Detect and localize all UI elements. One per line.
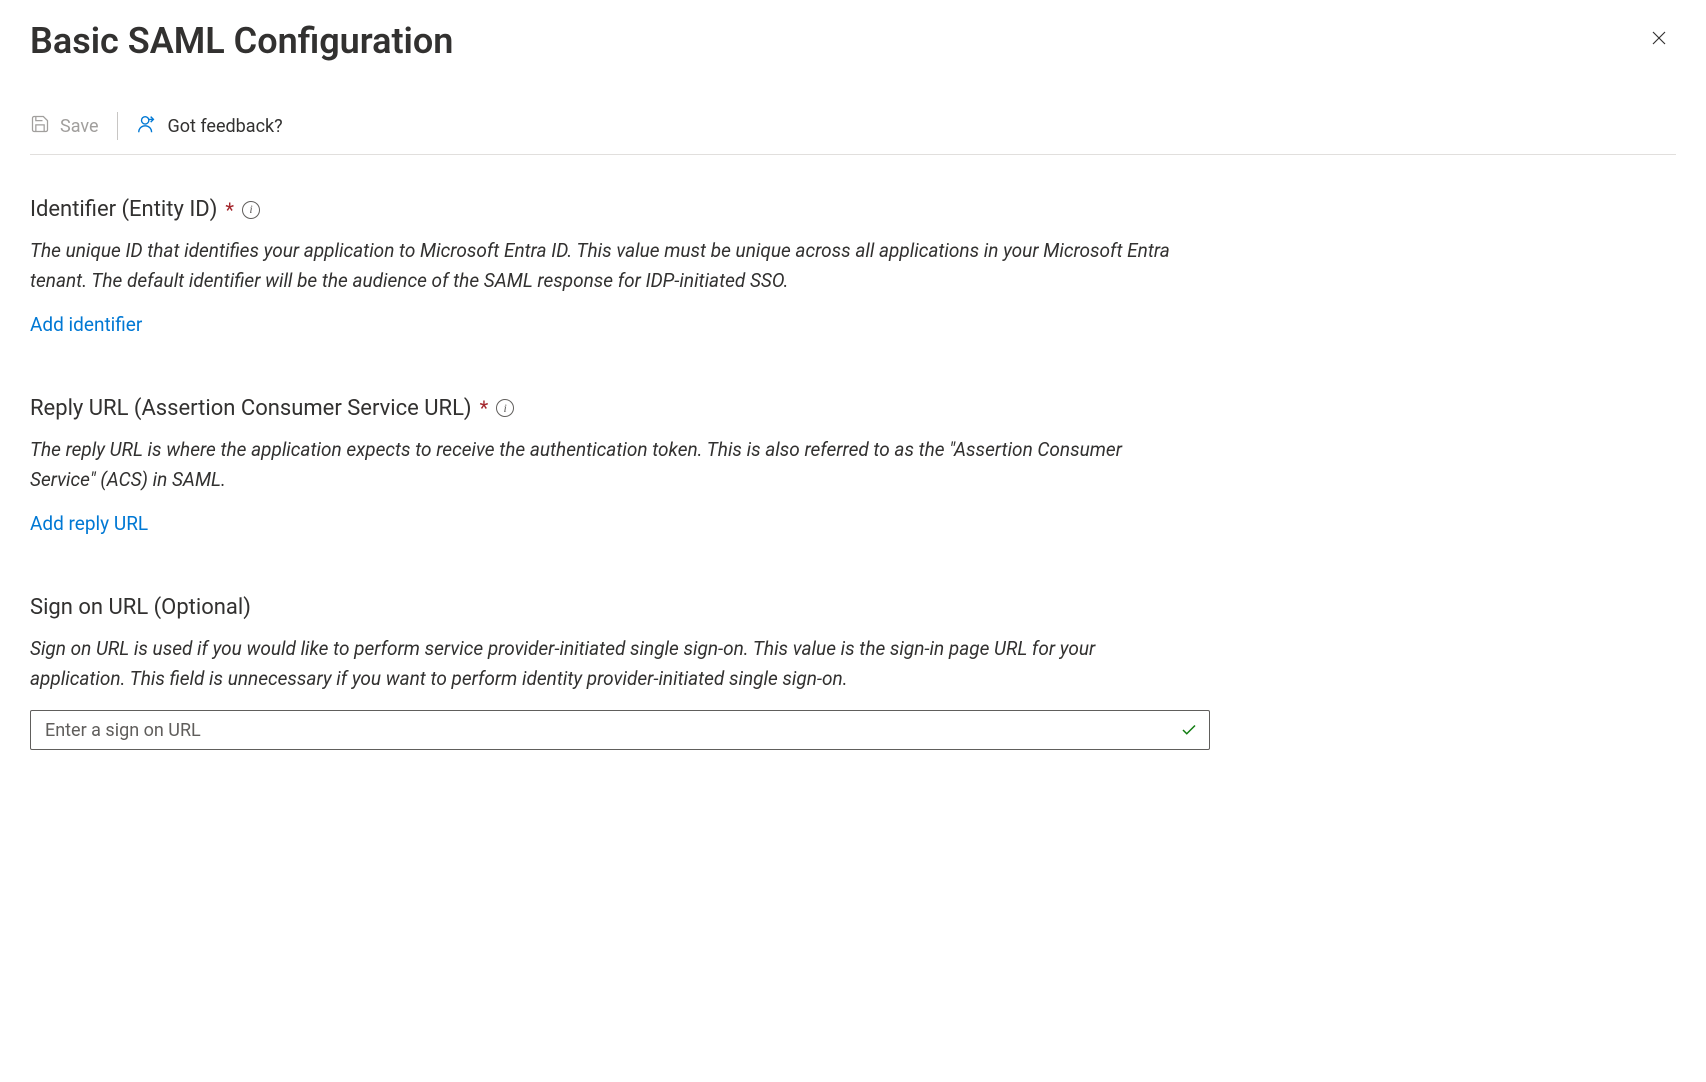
close-button[interactable] xyxy=(1642,20,1676,60)
required-indicator: * xyxy=(480,396,489,420)
reply-url-section: Reply URL (Assertion Consumer Service UR… xyxy=(30,396,1676,535)
close-icon xyxy=(1650,28,1668,52)
sign-on-url-title: Sign on URL (Optional) xyxy=(30,595,251,620)
sign-on-url-input[interactable] xyxy=(30,710,1210,750)
sign-on-url-section: Sign on URL (Optional) Sign on URL is us… xyxy=(30,595,1676,751)
feedback-label: Got feedback? xyxy=(168,116,283,137)
toolbar-separator xyxy=(117,112,118,140)
page-title: Basic SAML Configuration xyxy=(30,20,453,62)
sign-on-url-description: Sign on URL is used if you would like to… xyxy=(30,634,1190,695)
save-label: Save xyxy=(60,116,99,137)
required-indicator: * xyxy=(225,198,234,222)
toolbar: Save Got feedback? xyxy=(30,112,1676,155)
feedback-button[interactable]: Got feedback? xyxy=(136,113,283,140)
checkmark-icon xyxy=(1180,721,1198,739)
identifier-description: The unique ID that identifies your appli… xyxy=(30,236,1190,297)
identifier-section: Identifier (Entity ID) * i The unique ID… xyxy=(30,197,1676,336)
info-icon[interactable]: i xyxy=(242,201,260,219)
save-icon xyxy=(30,114,50,139)
feedback-icon xyxy=(136,113,158,140)
add-identifier-link[interactable]: Add identifier xyxy=(30,313,142,336)
info-icon[interactable]: i xyxy=(496,399,514,417)
reply-url-description: The reply URL is where the application e… xyxy=(30,435,1190,496)
save-button[interactable]: Save xyxy=(30,114,99,139)
identifier-title: Identifier (Entity ID) xyxy=(30,197,217,222)
add-reply-url-link[interactable]: Add reply URL xyxy=(30,512,148,535)
reply-url-title: Reply URL (Assertion Consumer Service UR… xyxy=(30,396,472,421)
